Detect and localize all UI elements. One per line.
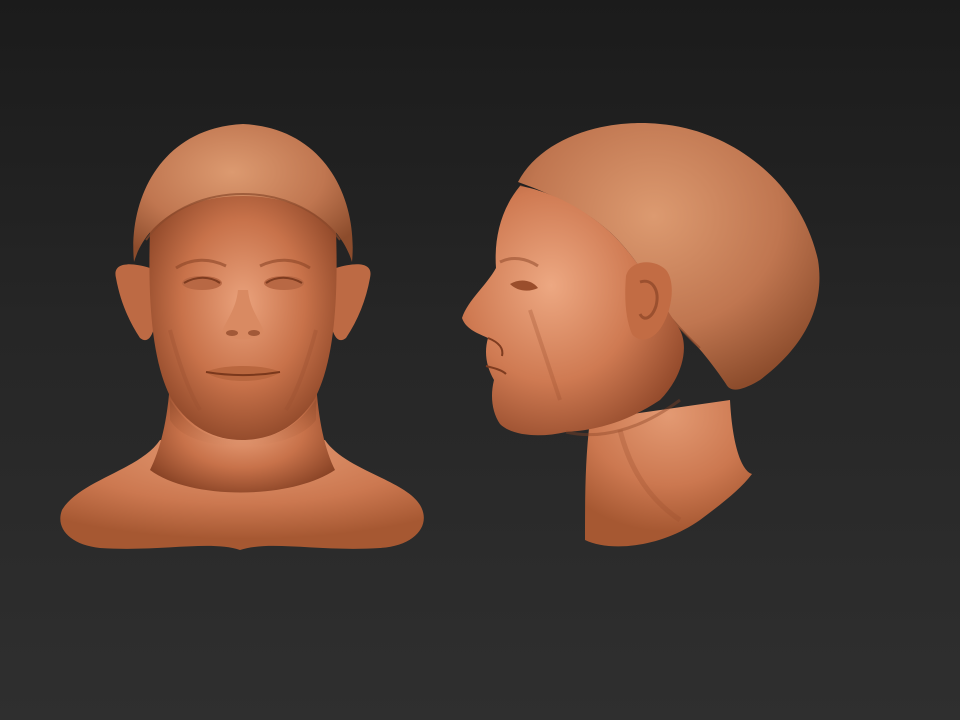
front-view-head [60, 124, 424, 550]
sculpt-scene [60, 123, 820, 550]
sculpt-viewport [0, 0, 960, 720]
side-view-head [462, 123, 820, 547]
